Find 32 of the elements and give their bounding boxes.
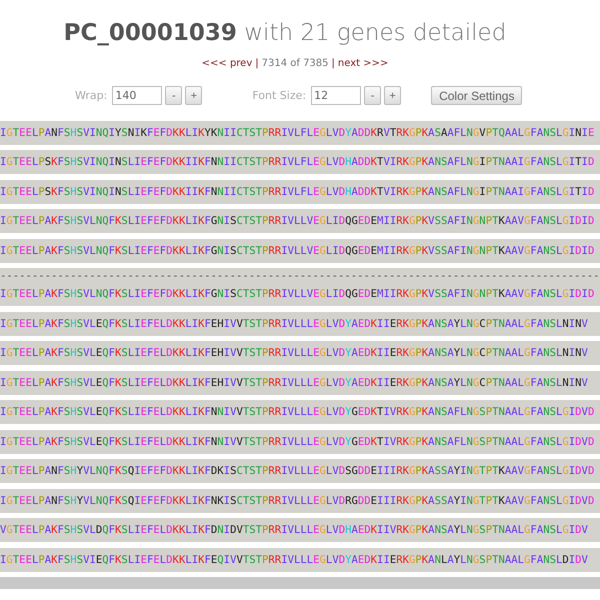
increase-button[interactable]: + [384, 86, 402, 105]
color-settings-button[interactable]: Color Settings [431, 86, 522, 105]
sequence-line: IGTEELPAKFSHSVIEQFKSLIEFELDKKLIKFEQIVVTSTPRRIVLLLEGLVDYAEDKIIERKGPKANLAYLNGSPTNAALGFANSLDIDV [0, 554, 588, 566]
increase-button[interactable]: + [185, 86, 202, 105]
separator: | [332, 58, 335, 69]
decrease-button[interactable]: - [364, 86, 382, 105]
sequence-line: IGTEELPSKFSHSVINQINSLIEFEFDKKIIKFNNIICTSTPRRIVLFLEGLVDHADDKTVIRKGPKANSAFLNGIPTNAAIGFANSLGITID [0, 186, 594, 198]
page-position: 7314 of 7385 [262, 58, 329, 69]
decrease-button[interactable]: - [165, 86, 182, 105]
sequence-line: VGTEELPAKFSHSVLDQFKSLIEFELDKKLIKFDNIDVTSTPRRIVLLLEGLVDHAEDKIIVRKGPKANSAYLNGSPTNAALGFANSLGIDV [0, 524, 588, 536]
sequence-line: IGTEELPAKFSHSVLNQFKSLIEFEFDKKLIKFGNISCTSTPRRIVLLVEGLIDQGEDEMIIRKGPKVSSAFINGNPTKAAVGFANSLGIDID [0, 215, 594, 227]
sequence-line: IGTEELPANFSHYVLNQFKSQIEFEFDKKLIKFDKISCTSTPRRIVLLLEGLVDSGDDEIIIRKGPKASSAYINGTPTKAAVGFANSLGIDVD [0, 465, 594, 477]
number-field[interactable]: 140 [112, 86, 162, 105]
separator: | [255, 58, 259, 69]
nav-link[interactable]: next >>> [338, 58, 388, 69]
gap-line: ---------------------------------------------------------------------------------------------- [0, 270, 600, 282]
scroll-bar[interactable] [0, 577, 600, 589]
sequence-line: IGTEELPAKFSHSVLEQFKSLIEFELDKKLIKFNNIVVTSTPRRIVLLLEGLVDYGEDKTIVRKGPKANSAFLNGSPTNAALGFANSLGIDVD [0, 436, 594, 448]
page-title: PC_00001039 with 21 genes detailed [62, 20, 508, 46]
sequence-line: IGTEELPAKFSHSVLNQFKSLIEFEFDKKLIKFGNISCTSTPRRIVLLVEGLIDQGEDEMIIRKGPKVSSAFINGNPTKAAVGFANSLGIDID [0, 244, 594, 256]
field-label: Wrap: [75, 89, 108, 102]
sequence-line: IGTEELPAKFSHSVLNQFKSLIEFEFDKKLIKFGNISCTSTPRRIVLLVEGLIDQGEDEMIIRKGPKVSSAFINGNPTKAAVGFANSLGIDID [0, 288, 594, 300]
field-label: Font Size: [252, 89, 306, 102]
number-field[interactable]: 12 [311, 86, 362, 105]
sequence-line: IGTEELPAKFSHSVLEQFKSLIEFELDKKLIKFEHIVVTSTPRRIVLLLEGLVDYAEDKIIERKGPKANSAYLNGCPTNAALGFANSLNINV [0, 347, 588, 359]
sequence-line: IGTEELPANFSHSVINQIYSNIKFEFDKKLIKYKNIICTSTPRRIVLFLEGLVDYADDKRVTRKGPKASAAFLNGVPTQAALGFANSLGINIE [0, 126, 594, 138]
nav-link[interactable]: <<< prev [202, 58, 252, 69]
sequence-line: IGTEELPANFSHYVLNQFKSQIEFEFDKKLIKFNKISCTSTPRRIVLLLEGLVDRGDDEIIIRKGPKASSAYINGTPTKAAVGFANSLGIDVD [0, 494, 594, 506]
sequence-line: IGTEELPAKFSHSVLEQFKSLIEFELDKKLIKFNNIVVTSTPRRIVLLLEGLVDYGEDKTIVRKGPKANSAFLNGSPTNAALGFANSLGIDVD [0, 406, 594, 418]
sequence-line: IGTEELPSKFSHSVINQINSLIEFEFDKKIIKFNNIICTSTPRRIVLFLEGLVDHADDKTVIRKGPKANSAFLNGIPTNAAIGFANSLGITID [0, 156, 594, 168]
sequence-line: IGTEELPAKFSHSVLEQFKSLIEFELDKKLIKFEHIVVTSTPRRIVLLLEGLVDYAEDKIIERKGPKANSAYLNGCPTNAALGFANSLNINV [0, 318, 588, 330]
sequence-line: IGTEELPAKFSHSVLEQFKSLIEFELDKKLIKFEHIVVTSTPRRIVLLLEGLVDYAEDKIIERKGPKANSAYLNGCPTNAALGFANSLNINV [0, 376, 588, 388]
